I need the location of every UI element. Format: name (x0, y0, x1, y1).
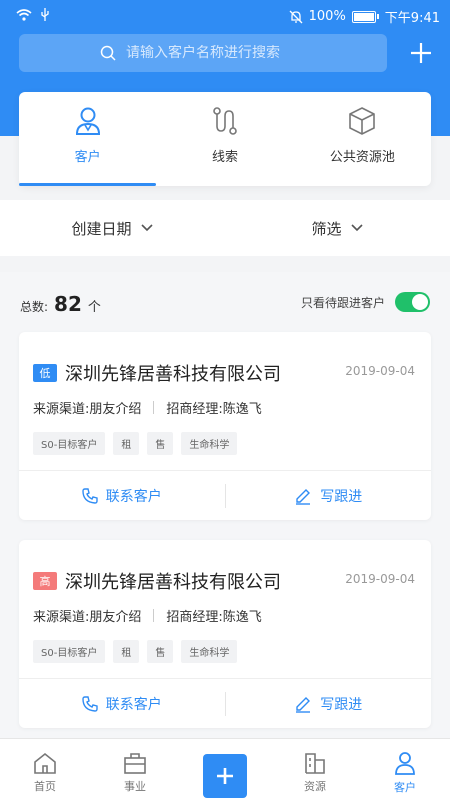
nav-business-label: 事业 (124, 779, 146, 793)
tag: S0-目标客户 (33, 432, 106, 455)
customer-meta: 来源渠道:朋友介绍 招商经理:陈逸飞 (33, 398, 262, 417)
customer-card[interactable]: 高 深圳先锋居善科技有限公司 2019-09-04 来源渠道:朋友介绍 招商经理… (19, 540, 431, 728)
battery-icon (351, 10, 376, 23)
wifi-icon (16, 9, 32, 21)
tag-list: S0-目标客户 租 售 生命科学 (33, 640, 238, 663)
nav-add[interactable] (180, 739, 270, 800)
created-date: 2019-09-04 (345, 572, 415, 586)
nav-customer-label: 客户 (394, 780, 416, 794)
tab-customer[interactable]: 客户 (19, 92, 157, 186)
category-tabs: 客户 线索 公共资源池 (19, 92, 431, 186)
tag: 售 (147, 432, 174, 455)
nav-business[interactable]: 事业 (90, 739, 180, 800)
nav-resources-label: 资源 (304, 779, 326, 793)
tag: 生命科学 (181, 432, 238, 455)
status-bar: 100% 下午9:41 (0, 0, 450, 32)
contact-customer-label: 联系客户 (105, 488, 162, 505)
total-value: 82 (54, 292, 82, 316)
building-icon (305, 752, 325, 774)
write-followup-label: 写跟进 (320, 488, 363, 505)
total-label: 总数: (20, 300, 49, 314)
contact-customer-button[interactable]: 联系客户 (19, 486, 225, 506)
company-name: 深圳先锋居善科技有限公司 (65, 364, 281, 385)
follow-filter: 只看待跟进客户 (301, 292, 430, 312)
briefcase-icon (124, 752, 146, 774)
usb-icon (41, 8, 49, 21)
battery-tip (376, 14, 379, 19)
tab-public-pool-label: 公共资源池 (329, 150, 395, 165)
bottom-navigation: 首页 事业 资源 客户 (0, 738, 450, 800)
card-actions: 联系客户 写跟进 (19, 678, 431, 728)
meta-divider (153, 401, 155, 414)
source-channel: 来源渠道:朋友介绍 (33, 402, 142, 417)
meta-divider (153, 609, 155, 622)
card-actions: 联系客户 写跟进 (19, 470, 431, 520)
tab-leads-label: 线索 (211, 150, 238, 165)
follow-toggle[interactable] (395, 292, 430, 312)
chevron-down-icon (350, 224, 363, 232)
home-icon (34, 752, 56, 774)
battery-percent: 100% (308, 9, 346, 24)
tag: 售 (147, 640, 174, 663)
customer-card[interactable]: 低 深圳先锋居善科技有限公司 2019-09-04 来源渠道:朋友介绍 招商经理… (19, 332, 431, 520)
date-sort-dropdown[interactable]: 创建日期 (0, 200, 225, 256)
nav-home-label: 首页 (34, 779, 56, 793)
source-channel: 来源渠道:朋友介绍 (33, 610, 142, 625)
tag: 租 (113, 640, 140, 663)
person-icon (395, 751, 415, 775)
bell-off-icon (289, 10, 303, 23)
total-count: 总数: 82 个 (20, 292, 101, 316)
tab-public-pool[interactable]: 公共资源池 (294, 92, 431, 186)
follow-filter-label: 只看待跟进客户 (300, 295, 385, 310)
nav-customer[interactable]: 客户 (360, 739, 450, 800)
nav-resources[interactable]: 资源 (270, 739, 360, 800)
chevron-down-icon (140, 224, 153, 232)
tag: 租 (113, 432, 140, 455)
route-icon (213, 107, 237, 135)
company-name: 深圳先锋居善科技有限公司 (65, 572, 281, 593)
search-bar[interactable] (19, 34, 387, 72)
person-icon (75, 107, 100, 135)
filter-label: 筛选 (311, 219, 342, 238)
pen-icon (296, 488, 311, 505)
write-followup-button[interactable]: 写跟进 (226, 486, 432, 506)
filter-dropdown[interactable]: 筛选 (225, 200, 450, 256)
status-time: 下午9:41 (384, 11, 440, 26)
add-icon[interactable] (408, 40, 434, 66)
write-followup-label: 写跟进 (320, 696, 363, 713)
pen-icon (296, 696, 311, 713)
tag: 生命科学 (181, 640, 238, 663)
level-badge: 高 (33, 572, 57, 590)
tab-leads[interactable]: 线索 (156, 92, 293, 186)
search-icon (100, 45, 116, 61)
phone-icon (82, 695, 98, 712)
filter-bar: 创建日期 筛选 (0, 200, 450, 256)
tag: S0-目标客户 (33, 640, 106, 663)
contact-customer-label: 联系客户 (105, 696, 162, 713)
cube-icon (349, 107, 376, 135)
total-unit: 个 (87, 300, 101, 315)
created-date: 2019-09-04 (345, 364, 415, 378)
contact-customer-button[interactable]: 联系客户 (19, 694, 225, 714)
manager: 招商经理:陈逸飞 (166, 402, 262, 417)
nav-home[interactable]: 首页 (0, 739, 90, 800)
phone-icon (82, 487, 98, 504)
manager: 招商经理:陈逸飞 (166, 610, 262, 625)
tag-list: S0-目标客户 租 售 生命科学 (33, 432, 238, 455)
tab-customer-label: 客户 (74, 150, 101, 165)
search-input[interactable] (126, 45, 306, 61)
date-sort-label: 创建日期 (71, 219, 132, 238)
write-followup-button[interactable]: 写跟进 (226, 694, 432, 714)
level-badge: 低 (33, 364, 57, 382)
plus-icon[interactable] (203, 753, 247, 798)
customer-meta: 来源渠道:朋友介绍 招商经理:陈逸飞 (33, 606, 262, 625)
